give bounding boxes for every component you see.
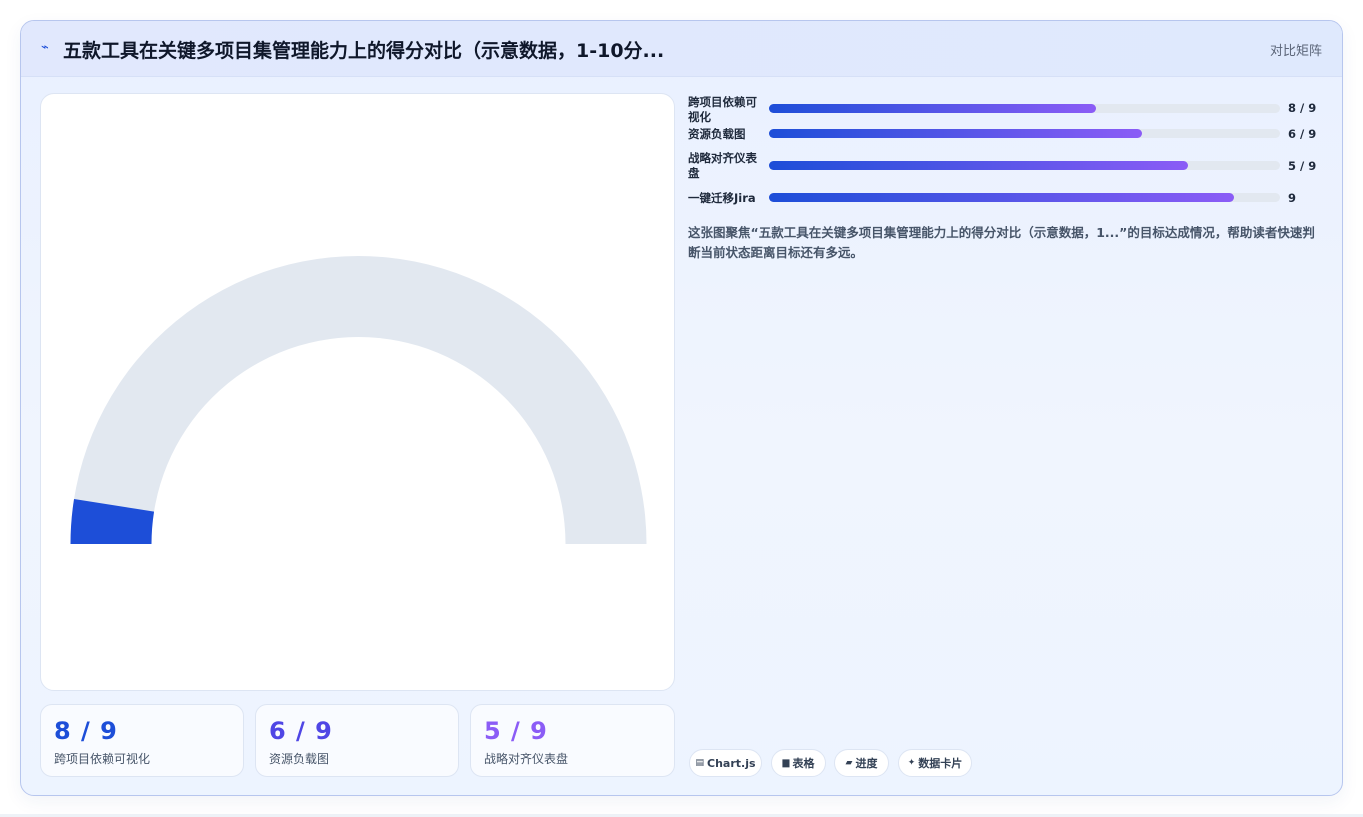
pulse-icon: ⌁ (41, 40, 49, 55)
gauge-track (70, 256, 647, 544)
view-tag[interactable]: 对比矩阵 (1270, 40, 1322, 59)
chip-table[interactable]: ▆ 表格 (771, 749, 826, 777)
chip-chartjs[interactable]: ▤ Chart.js (689, 749, 762, 777)
chip-label: 数据卡片 (918, 757, 963, 770)
sparkle-icon: ✦ (907, 758, 916, 768)
chip-data-card[interactable]: ✦ 数据卡片 (898, 749, 972, 777)
stat-label: 战略对齐仪表盘 (484, 752, 569, 766)
bar-value: 9 (1288, 191, 1297, 205)
card-header: ⌁ 五款工具在关键多项目集管理能力上的得分对比（示意数据，1-10分... 对比… (21, 21, 1342, 77)
chip-progress[interactable]: ▰ 进度 (834, 749, 889, 777)
stat-value: 8 / 9 (54, 717, 118, 745)
bar-fill (769, 161, 1189, 170)
bar-label: 一键迁移Jira (688, 191, 756, 205)
bar-track (769, 104, 1280, 113)
bar-track (769, 129, 1280, 138)
stat-value: 6 / 9 (269, 717, 333, 745)
page-title: 五款工具在关键多项目集管理能力上的得分对比（示意数据，1-10分... (63, 40, 665, 62)
chart-description: 这张图聚焦“五款工具在关键多项目集管理能力上的得分对比（示意数据，1...”的目… (688, 225, 1315, 260)
bar-label: 跨项目依赖可视化 (688, 95, 757, 124)
gauge-panel (40, 93, 675, 691)
bar-value: 8 / 9 (1288, 101, 1317, 115)
stat-label: 跨项目依赖可视化 (54, 752, 151, 766)
chip-label: 进度 (855, 757, 878, 770)
chip-label: 表格 (792, 757, 815, 770)
bar-fill (769, 193, 1234, 202)
gauge-chart (70, 256, 647, 544)
bar-value: 5 / 9 (1288, 159, 1317, 173)
chip-label: Chart.js (707, 756, 756, 770)
bar-track (769, 193, 1280, 202)
bar-fill (769, 104, 1097, 113)
table-icon: ▆ (782, 758, 790, 768)
stat-card-3: 5 / 9 战略对齐仪表盘 (470, 704, 675, 777)
stat-card-1: 8 / 9 跨项目依赖可视化 (40, 704, 244, 777)
stat-card-2: 6 / 9 资源负载图 (255, 704, 459, 777)
chart-card: ⌁ 五款工具在关键多项目集管理能力上的得分对比（示意数据，1-10分... 对比… (20, 20, 1343, 796)
stat-label: 资源负载图 (269, 752, 330, 766)
progress-icon: ▰ (845, 758, 853, 768)
bar-label: 战略对齐仪表盘 (688, 151, 757, 180)
bar-track (769, 161, 1280, 170)
bar-fill (769, 129, 1143, 138)
stat-value: 5 / 9 (484, 717, 548, 745)
chart-icon: ▤ (695, 758, 704, 768)
bar-value: 6 / 9 (1288, 127, 1317, 141)
bar-label: 资源负载图 (688, 127, 746, 141)
